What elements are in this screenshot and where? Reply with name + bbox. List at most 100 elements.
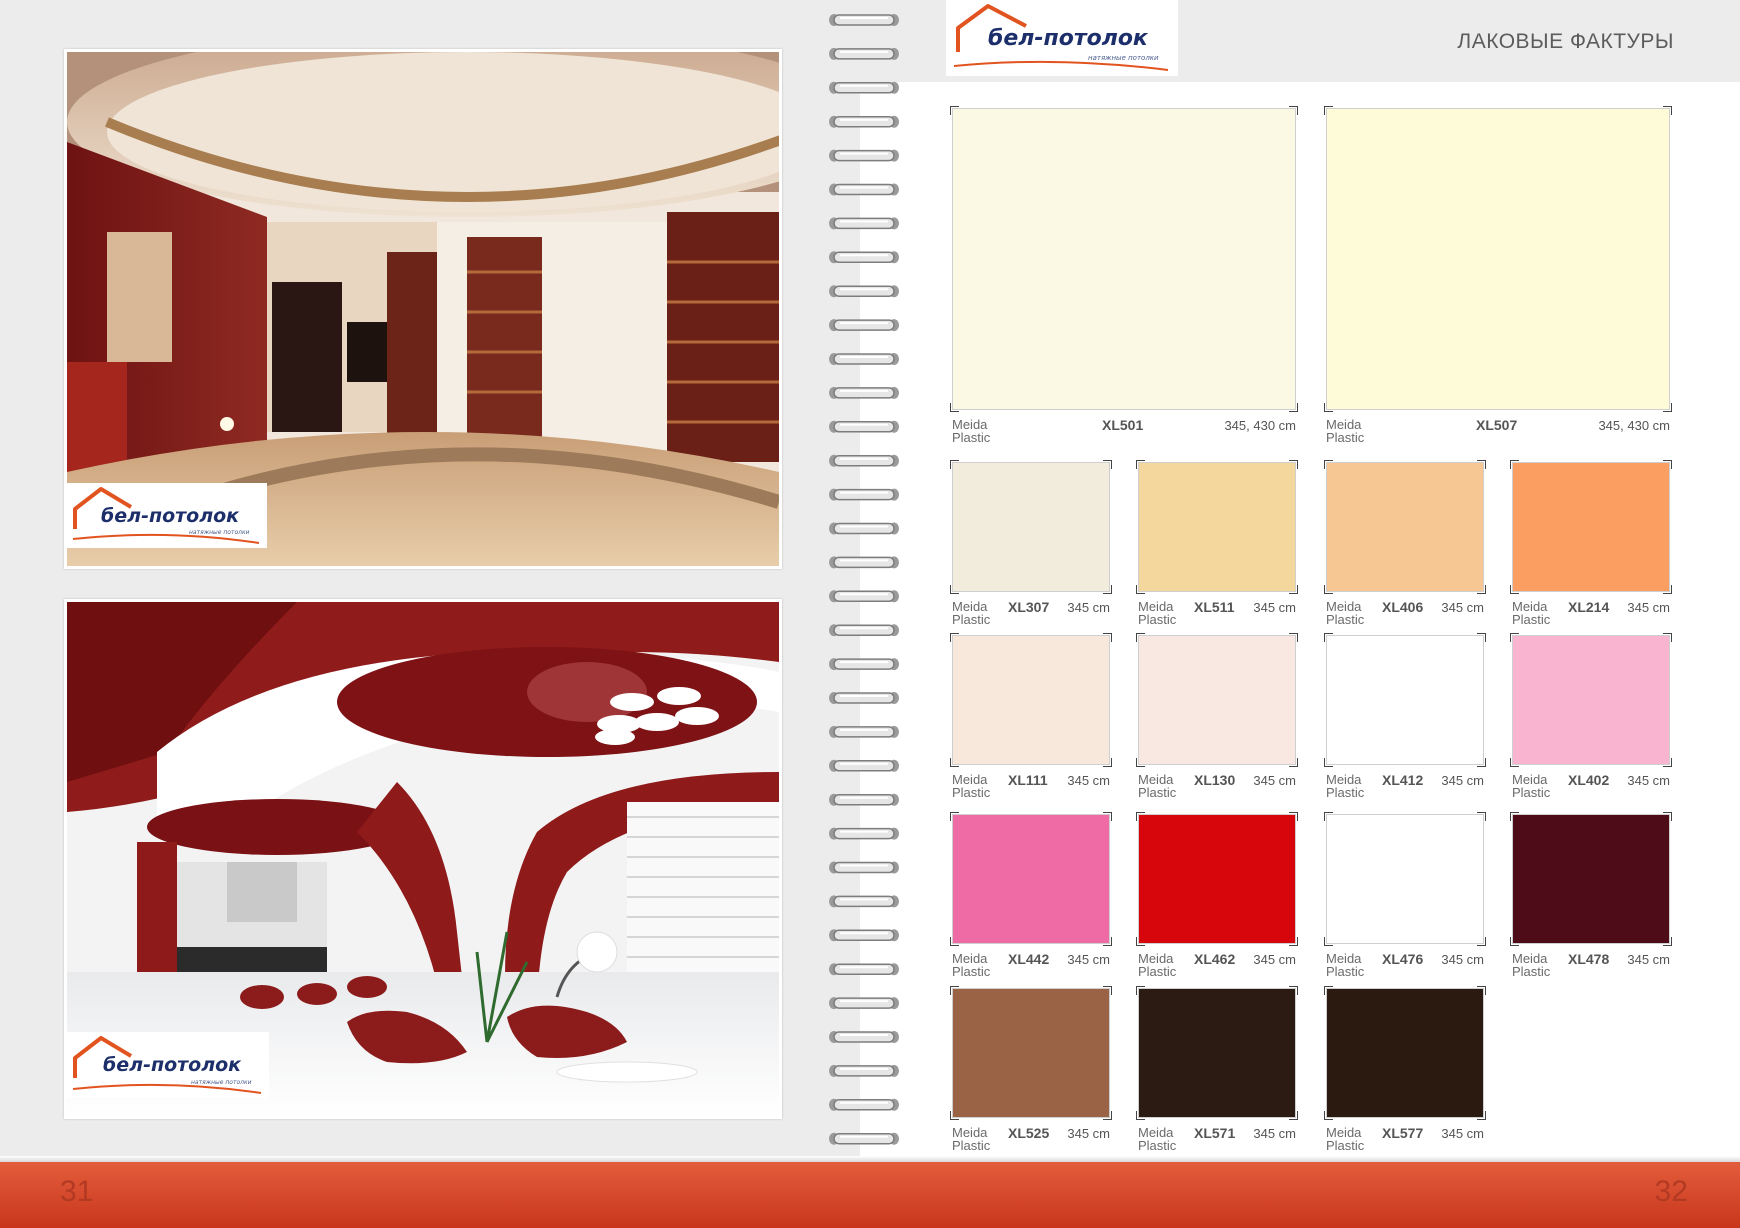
swatch-manufacturer-line2: Plastic — [952, 964, 991, 979]
swatch-color-chip — [950, 106, 1298, 412]
swatch-code: XL476 — [1382, 951, 1424, 967]
header-logo: бел-потолок натяжные потолки — [946, 0, 1178, 76]
swatch-color-chip — [1136, 633, 1298, 767]
binding-ring — [829, 997, 899, 1010]
swatch-code: XL571 — [1194, 1125, 1236, 1141]
logo-name: бел-потолок — [988, 26, 1148, 51]
swatch-color-chip — [1510, 812, 1672, 946]
swatch-size: 345 cm — [1253, 773, 1296, 788]
swatch-color-chip — [1136, 460, 1298, 594]
binding-ring — [829, 81, 899, 94]
swatch-code: XL501 — [1102, 417, 1144, 433]
swatch-size: 345 cm — [1627, 773, 1670, 788]
swatch-code: XL111 — [1008, 772, 1048, 788]
binding-ring — [829, 725, 899, 738]
swatch-color-chip — [1136, 986, 1298, 1120]
swatch-code: XL507 — [1476, 417, 1518, 433]
page-number-left: 31 — [60, 1175, 94, 1208]
logo-name: бел-потолок — [101, 505, 240, 527]
swatch-manufacturer-line2: Plastic — [1512, 964, 1551, 979]
binding-ring — [829, 149, 899, 162]
color-swatch: Meida Plastic XL476 345 cm — [1324, 812, 1486, 979]
swatch-color-chip — [1324, 986, 1486, 1120]
logo-tagline: натяжные потолки — [189, 529, 250, 536]
binding-ring — [829, 217, 899, 230]
swatch-manufacturer-line2: Plastic — [1138, 785, 1177, 800]
photo-2-logo: бел-потолок натяжные потолки — [67, 1032, 269, 1098]
color-swatch: Meida Plastic XL511 345 cm — [1136, 460, 1298, 626]
binding-ring — [829, 353, 899, 365]
swatch-color-chip — [950, 633, 1112, 767]
color-swatch: Meida Plastic XL402 345 cm — [1510, 633, 1672, 800]
swatch-code: XL462 — [1194, 951, 1236, 967]
binding-ring — [829, 658, 899, 671]
footer-bar — [0, 1156, 1740, 1228]
swatch-color-chip — [950, 460, 1112, 594]
page-number-right: 32 — [1654, 1175, 1688, 1208]
color-swatch: Meida Plastic XL525 345 cm — [950, 986, 1112, 1152]
color-swatch: Meida Plastic XL501 345, 430 cm — [950, 106, 1298, 444]
binding-ring — [829, 454, 899, 467]
swatch-color-chip — [1324, 460, 1486, 594]
swatch-code: XL525 — [1008, 1125, 1050, 1141]
swatch-manufacturer-line2: Plastic — [952, 612, 991, 627]
page-header: бел-потолок натяжные потолки ЛАКОВЫЕ ФАК… — [860, 0, 1740, 82]
swatch-manufacturer-line2: Plastic — [1326, 430, 1365, 445]
binding-ring — [829, 1098, 899, 1111]
swatch-manufacturer-line2: Plastic — [1512, 785, 1551, 800]
binding-ring — [829, 963, 899, 976]
swatch-size: 345 cm — [1067, 952, 1110, 967]
swatch-size: 345 cm — [1253, 952, 1296, 967]
binding-ring — [829, 115, 899, 128]
swatch-color-chip — [1324, 812, 1486, 946]
swatch-manufacturer-line2: Plastic — [1512, 612, 1551, 627]
swatch-code: XL402 — [1568, 772, 1610, 788]
swatch-code: XL478 — [1568, 951, 1610, 967]
swatch-size: 345 cm — [1253, 600, 1296, 615]
logo-tagline: натяжные потолки — [1088, 54, 1159, 62]
swatch-size: 345 cm — [1441, 952, 1484, 967]
swatch-color-chip — [950, 812, 1112, 946]
binding-ring — [829, 14, 899, 26]
binding-ring — [829, 183, 899, 196]
swatch-color-chip — [1136, 812, 1298, 946]
binding-ring — [829, 1064, 899, 1077]
binding-ring — [829, 929, 899, 942]
binding-ring — [829, 420, 899, 433]
binding-ring — [829, 793, 899, 806]
swatch-manufacturer-line2: Plastic — [1326, 964, 1365, 979]
color-swatch: Meida Plastic XL507 345, 430 cm — [1324, 106, 1672, 445]
swatch-size: 345 cm — [1067, 773, 1110, 788]
swatch-manufacturer-line2: Plastic — [1138, 964, 1177, 979]
binding-ring — [829, 624, 899, 637]
swatch-code: XL412 — [1382, 772, 1424, 788]
swatch-code: XL406 — [1382, 599, 1424, 615]
swatch-code: XL214 — [1568, 599, 1610, 615]
swatch-color-chip — [1324, 633, 1486, 767]
binding-ring — [829, 759, 899, 772]
swatch-size: 345 cm — [1441, 773, 1484, 788]
swatch-code: XL511 — [1194, 599, 1235, 615]
color-swatch: Meida Plastic XL412 345 cm — [1324, 633, 1486, 799]
color-swatch: Meida Plastic XL577 345 cm — [1324, 986, 1486, 1152]
binding-ring — [829, 861, 899, 874]
binding-ring — [829, 1031, 899, 1043]
color-swatch: Meida Plastic XL214 345 cm — [1510, 460, 1672, 627]
spiral-binding — [829, 14, 899, 1213]
binding-ring — [829, 319, 899, 332]
binding-ring — [829, 386, 899, 399]
color-swatch: Meida Plastic XL442 345 cm — [950, 812, 1112, 979]
color-swatch: Meida Plastic XL111 345 cm — [950, 633, 1112, 800]
swatch-code: XL130 — [1194, 772, 1236, 788]
swatch-code: XL307 — [1008, 599, 1050, 615]
logo-tagline: натяжные потолки — [191, 1079, 252, 1086]
swatch-size: 345 cm — [1067, 600, 1110, 615]
binding-ring — [829, 285, 899, 298]
binding-ring — [829, 522, 899, 535]
swatch-size: 345 cm — [1627, 952, 1670, 967]
swatch-manufacturer-line2: Plastic — [952, 785, 991, 800]
color-swatch: Meida Plastic XL571 345 cm — [1136, 986, 1298, 1152]
catalog-spread: бел-потолок натяжные потолки бел-потолок… — [0, 0, 1740, 1228]
binding-ring — [829, 827, 899, 840]
color-swatch: Meida Plastic XL307 345 cm — [950, 460, 1112, 627]
